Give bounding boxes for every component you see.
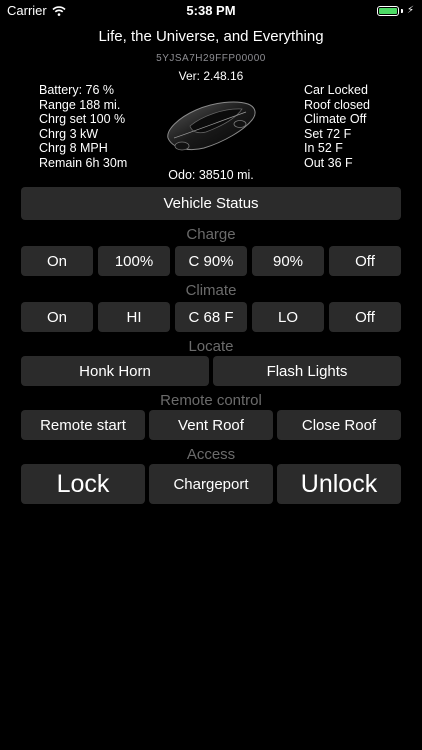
flash-lights-button[interactable]: Flash Lights [213, 356, 401, 386]
vin-label: 5YJSA7H29FFP00000 [156, 53, 266, 64]
battery-fill [378, 7, 397, 14]
battery-level-text: Battery: 76 % [39, 83, 115, 97]
climate-state-text: Climate Off [304, 112, 367, 126]
charge-100-button[interactable]: 100% [98, 246, 170, 276]
remote-start-button[interactable]: Remote start [21, 410, 145, 440]
unlock-button[interactable]: Unlock [277, 464, 401, 504]
climate-c68-button[interactable]: C 68 F [175, 302, 247, 332]
climate-hi-button[interactable]: HI [98, 302, 170, 332]
battery-body [376, 5, 399, 16]
vehicle-info-left: Battery: 76 % Range 188 mi. Chrg set 100… [39, 83, 127, 170]
charge-set-text: Chrg set 100 % [39, 112, 126, 126]
charge-on-button[interactable]: On [21, 246, 93, 276]
charging-bolt-icon: ⚡ [406, 5, 414, 16]
charge-90-button[interactable]: 90% [252, 246, 324, 276]
vent-roof-button[interactable]: Vent Roof [149, 410, 273, 440]
charge-power-text: Chrg 3 kW [39, 126, 99, 141]
lock-state-text: Car Locked [304, 83, 368, 97]
status-bar: Carrier 5:38 PM ⚡ [0, 0, 422, 22]
remote-control-section-label: Remote control [160, 392, 262, 409]
battery-nub [400, 8, 403, 13]
locate-section-label: Locate [188, 338, 234, 355]
charge-rate-text: Chrg 8 MPH [39, 141, 108, 155]
app-title: Life, the Universe, and Everything [98, 28, 324, 45]
climate-on-button[interactable]: On [21, 302, 93, 332]
roof-state-text: Roof closed [304, 97, 371, 112]
chargeport-button[interactable]: Chargeport [149, 464, 273, 504]
inside-temp-text: In 52 F [304, 141, 343, 155]
access-section-label: Access [186, 446, 236, 463]
set-temp-text: Set 72 F [304, 126, 352, 141]
vehicle-status-button[interactable]: Vehicle Status [21, 187, 401, 220]
battery-icon: ⚡ [376, 5, 414, 16]
charge-c90-button[interactable]: C 90% [175, 246, 247, 276]
honk-horn-button[interactable]: Honk Horn [21, 356, 209, 386]
charge-off-button[interactable]: Off [329, 246, 401, 276]
version-label: Ver: 2.48.16 [178, 69, 244, 83]
climate-section-label: Climate [185, 282, 237, 299]
climate-off-button[interactable]: Off [329, 302, 401, 332]
lock-button[interactable]: Lock [21, 464, 145, 504]
odometer-text: Odo: 38510 mi. [168, 168, 254, 182]
status-time: 5:38 PM [186, 3, 236, 18]
charge-section-label: Charge [186, 226, 236, 243]
car-image [167, 101, 256, 151]
range-text: Range 188 mi. [39, 97, 121, 112]
vehicle-info-right: Car Locked Roof closed Climate Off Set 7… [304, 83, 370, 170]
close-roof-button[interactable]: Close Roof [277, 410, 401, 440]
climate-lo-button[interactable]: LO [252, 302, 324, 332]
